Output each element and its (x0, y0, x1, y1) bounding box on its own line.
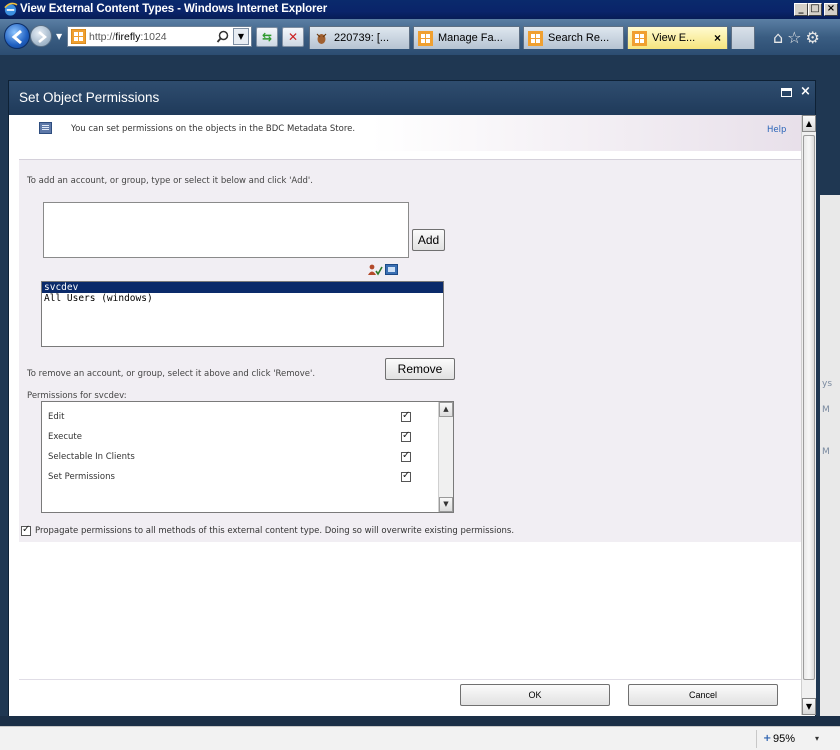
home-icon[interactable]: ⌂ (773, 28, 787, 47)
favorites-star-icon[interactable]: ☆ (787, 28, 805, 47)
recent-pages-dropdown-icon[interactable]: ▼ (56, 32, 62, 41)
minimize-button[interactable]: _ (794, 3, 808, 16)
toolbar-right-icons: ⌂☆⚙ (773, 28, 824, 47)
permission-name: Selectable In Clients (48, 452, 135, 462)
propagate-checkbox[interactable] (21, 524, 31, 536)
add-button[interactable]: Add (412, 229, 445, 251)
tab-label: Search Re... (548, 32, 610, 44)
forward-button[interactable] (30, 25, 52, 47)
add-instruction: To add an account, or group, type or sel… (27, 176, 313, 186)
browse-directory-icon[interactable] (385, 264, 398, 275)
dialog-scrollbar[interactable]: ▲ ▼ (801, 115, 816, 715)
new-tab-button[interactable] (731, 26, 755, 49)
accounts-listbox[interactable]: svcdev All Users (windows) (41, 281, 444, 347)
help-link[interactable]: Help (767, 125, 786, 135)
window-title: View External Content Types - Windows In… (20, 3, 328, 15)
address-url[interactable]: http://firefly:1024 (89, 31, 167, 43)
forward-arrow-icon (38, 31, 47, 43)
internet-explorer-icon (4, 2, 18, 16)
address-bar[interactable]: http://firefly:1024 ▼ (67, 26, 252, 47)
permission-edit-checkbox[interactable] (401, 410, 411, 422)
permission-selectable-checkbox[interactable] (401, 450, 411, 462)
permission-selectable-row: Selectable In Clients (48, 450, 428, 466)
metadata-store-icon (39, 122, 52, 134)
sharepoint-icon (418, 31, 433, 46)
zoom-icon: + (763, 733, 772, 744)
permissions-list: Edit Execute Selectable In Clients Set P… (41, 401, 454, 513)
propagate-text: Propagate permissions to all methods of … (35, 526, 515, 536)
scroll-up-icon[interactable]: ▲ (802, 115, 816, 132)
scroll-down-icon[interactable]: ▼ (802, 698, 816, 715)
sharepoint-icon (528, 31, 543, 46)
account-item[interactable]: svcdev (42, 282, 443, 293)
remove-button[interactable]: Remove (385, 358, 455, 380)
page-scrollbar[interactable] (820, 195, 840, 735)
maximize-button[interactable]: □ (808, 3, 822, 16)
zoom-level[interactable]: 95% (773, 733, 795, 745)
close-tab-icon[interactable]: × (714, 31, 721, 45)
scrollbar-thumb[interactable] (803, 135, 815, 680)
background-text: M (822, 405, 830, 415)
permission-name: Execute (48, 432, 82, 442)
permission-execute-row: Execute (48, 430, 428, 446)
dialog-title: Set Object Permissions (19, 90, 160, 105)
background-text: M (822, 447, 830, 457)
permission-execute-checkbox[interactable] (401, 430, 411, 442)
scroll-up-icon[interactable]: ▲ (439, 402, 453, 417)
scroll-down-icon[interactable]: ▼ (439, 497, 453, 512)
page-horizontal-scrollbar[interactable] (0, 716, 840, 726)
tab-label: Manage Fa... (438, 32, 503, 44)
cancel-button[interactable]: Cancel (628, 684, 778, 706)
refresh-button[interactable]: ⇆ (256, 27, 278, 47)
back-arrow-icon (11, 29, 22, 45)
sharepoint-favicon-icon (71, 29, 86, 44)
url-suffix: :1024 (140, 31, 167, 43)
permissions-scrollbar[interactable]: ▲ ▼ (438, 402, 453, 512)
people-picker-input[interactable] (43, 202, 409, 258)
tab-manage[interactable]: Manage Fa... (413, 26, 520, 49)
tab-view-external[interactable]: View E... × (627, 26, 728, 49)
permission-set-permissions-checkbox[interactable] (401, 470, 411, 482)
browser-toolbar: ▼ http://firefly:1024 ▼ ⇆ ✕ 220739: [...… (0, 19, 840, 55)
close-dialog-icon[interactable]: × (800, 84, 811, 99)
tab-bug[interactable]: 220739: [... (309, 26, 410, 49)
zoom-dropdown-icon[interactable]: ▾ (815, 734, 819, 743)
info-text: You can set permissions on the objects i… (71, 124, 356, 134)
tools-gear-icon[interactable]: ⚙ (806, 28, 824, 47)
tab-label: View E... (652, 32, 696, 44)
account-item[interactable]: All Users (windows) (42, 293, 443, 304)
permission-set-permissions-row: Set Permissions (48, 470, 428, 486)
permission-edit-row: Edit (48, 410, 428, 426)
back-button[interactable] (4, 23, 30, 49)
background-text: ys (822, 379, 833, 389)
status-separator (756, 730, 757, 748)
dialog-header: Set Object Permissions × (9, 81, 815, 115)
url-prefix: http:// (89, 31, 116, 43)
status-bar: + 95% ▾ (0, 726, 840, 750)
permission-name: Set Permissions (48, 472, 115, 482)
info-bar: You can set permissions on the objects i… (19, 115, 801, 151)
remove-instruction: To remove an account, or group, select i… (27, 369, 316, 379)
sharepoint-icon (632, 31, 647, 46)
footer-divider (19, 679, 801, 680)
tab-search[interactable]: Search Re... (523, 26, 624, 49)
maximize-dialog-icon[interactable] (781, 88, 792, 97)
permissions-form: To add an account, or group, type or sel… (19, 159, 801, 542)
permissions-label: Permissions for svcdev: (27, 391, 127, 401)
search-icon[interactable] (216, 30, 230, 44)
set-object-permissions-dialog: Set Object Permissions × You can set per… (8, 80, 816, 720)
url-host: firefly (115, 31, 141, 43)
ok-button[interactable]: OK (460, 684, 610, 706)
window-titlebar: View External Content Types - Windows In… (0, 0, 840, 19)
tab-label: 220739: [... (334, 32, 390, 44)
close-window-button[interactable]: × (824, 3, 838, 16)
permission-name: Edit (48, 412, 65, 422)
stop-button[interactable]: ✕ (282, 27, 304, 47)
bug-icon (316, 33, 327, 44)
check-names-icon[interactable] (367, 264, 383, 276)
address-dropdown-button[interactable]: ▼ (233, 28, 249, 45)
